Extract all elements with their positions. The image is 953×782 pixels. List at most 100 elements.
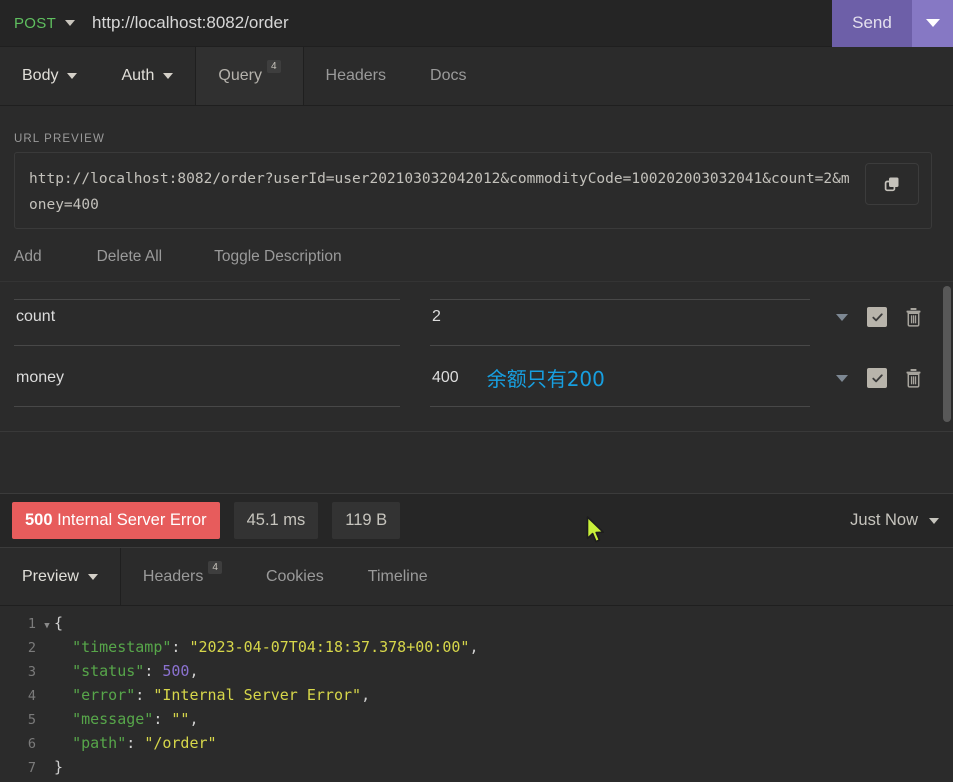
response-history-dropdown[interactable]: Just Now (850, 511, 939, 530)
chevron-down-icon (836, 374, 848, 382)
url-preview-label: URL PREVIEW (14, 133, 105, 145)
add-param-button[interactable]: Add (14, 248, 42, 266)
check-icon (871, 373, 883, 382)
param-scrollbar-thumb[interactable] (943, 286, 951, 422)
tab-query-badge: 4 (266, 60, 281, 73)
url-input[interactable]: http://localhost:8082/order (81, 13, 832, 33)
param-enabled-checkbox[interactable] (867, 368, 887, 388)
tab-response-headers-label: Headers (142, 567, 204, 585)
code-line: 1 ▼{ (0, 614, 953, 638)
chevron-down-icon (836, 313, 848, 321)
status-badge[interactable]: 500 Internal Server Error (12, 502, 220, 539)
code-text: "timestamp": "2023-04-07T04:18:37.378+00… (72, 638, 479, 656)
response-tabs: Preview Headers 4 Cookies Timeline (0, 548, 953, 606)
line-number: 4 (27, 688, 36, 704)
send-button[interactable]: Send (832, 0, 912, 47)
insomnia-window: POST http://localhost:8082/order Send Bo… (0, 0, 953, 782)
line-number: 3 (27, 664, 36, 680)
chevron-down-icon (65, 20, 76, 26)
param-name-input[interactable]: money (14, 349, 400, 407)
param-value-text: 400 (432, 368, 459, 386)
tab-headers[interactable]: Headers (303, 47, 409, 105)
trash-icon (906, 369, 921, 388)
param-value-input[interactable]: 400 余额只有200 (430, 349, 810, 407)
chevron-down-icon (67, 73, 78, 79)
query-parameters-pane: URL PREVIEW http://localhost:8082/order?… (0, 106, 953, 436)
response-status-bar: 500 Internal Server Error 45.1 ms 119 B … (0, 493, 953, 548)
param-scrollbar[interactable] (941, 286, 953, 431)
code-line: 4 "error": "Internal Server Error", (0, 686, 953, 710)
delete-param-button[interactable] (904, 307, 923, 327)
param-action-bar: Add Delete All Toggle Description (0, 248, 953, 282)
url-preview-text[interactable]: http://localhost:8082/order?userId=user2… (15, 153, 865, 228)
copy-url-button[interactable] (865, 163, 919, 205)
tab-body[interactable]: Body (0, 47, 100, 105)
request-tabs: Body Auth Query 4 Headers Docs (0, 47, 953, 106)
tab-cookies-label: Cookies (265, 567, 324, 585)
chevron-down-icon (87, 573, 98, 580)
tab-timeline-label: Timeline (367, 567, 428, 585)
tab-preview[interactable]: Preview (0, 548, 120, 605)
param-footer-bar: Import from URL Bulk Edit (0, 431, 953, 436)
code-line: 3 "status": 500, (0, 662, 953, 686)
tab-timeline[interactable]: Timeline (345, 548, 450, 605)
line-number: 2 (27, 640, 36, 656)
param-options-button[interactable] (827, 313, 857, 321)
response-body-viewer[interactable]: 1 ▼{2 "timestamp": "2023-04-07T04:18:37.3… (0, 606, 953, 782)
param-name-input[interactable]: count (14, 288, 400, 346)
tab-cookies[interactable]: Cookies (243, 548, 346, 605)
status-text: Internal Server Error (57, 511, 207, 529)
line-number: 7 (27, 760, 36, 776)
http-method-label: POST (14, 14, 57, 32)
check-icon (871, 312, 883, 321)
response-size-badge: 119 B (332, 502, 401, 539)
table-row[interactable]: money 400 余额只有200 (0, 349, 953, 407)
send-options-button[interactable] (912, 0, 953, 47)
code-text: "message": "", (72, 710, 199, 728)
chevron-down-icon (163, 73, 174, 79)
json-code-block: 1 ▼{2 "timestamp": "2023-04-07T04:18:37.3… (0, 614, 953, 782)
param-annotation: 余额只有200 (486, 367, 605, 391)
code-text: { (54, 614, 64, 632)
tab-query-label: Query (218, 67, 262, 84)
code-line: 2 "timestamp": "2023-04-07T04:18:37.378+… (0, 638, 953, 662)
param-enabled-checkbox[interactable] (867, 307, 887, 327)
param-options-button[interactable] (827, 374, 857, 382)
trash-icon (906, 308, 921, 327)
code-text: "status": 500, (72, 662, 199, 680)
tab-docs-label: Docs (430, 67, 467, 84)
code-text: } (54, 758, 64, 776)
table-row[interactable]: count 2 (0, 288, 953, 346)
line-number: 6 (27, 736, 36, 752)
response-time-badge: 45.1 ms (233, 502, 319, 539)
tab-auth-label: Auth (121, 67, 155, 84)
line-number: 1 (27, 616, 36, 632)
param-rows-scroll-area: count 2 money 400 余额只有200 (0, 286, 953, 431)
chevron-down-icon (929, 517, 939, 524)
param-row-controls (827, 288, 923, 346)
code-text: "path": "/order" (72, 734, 217, 752)
param-row-controls (827, 349, 923, 407)
tab-auth[interactable]: Auth (99, 47, 196, 105)
code-line: 5 "message": "", (0, 710, 953, 734)
url-preview-box: http://localhost:8082/order?userId=user2… (14, 152, 932, 229)
tab-query[interactable]: Query 4 (195, 47, 304, 105)
chevron-down-icon (925, 19, 940, 27)
param-value-input[interactable]: 2 (430, 288, 810, 346)
line-number: 5 (27, 712, 36, 728)
response-timestamp-label: Just Now (850, 511, 918, 529)
code-text: "error": "Internal Server Error", (72, 686, 371, 704)
tab-docs[interactable]: Docs (408, 47, 489, 105)
fold-triangle-icon[interactable]: ▼ (40, 621, 54, 631)
url-bar: POST http://localhost:8082/order Send (0, 0, 953, 47)
delete-all-params-button[interactable]: Delete All (97, 248, 162, 266)
tab-response-headers[interactable]: Headers 4 (119, 548, 244, 605)
http-method-selector[interactable]: POST (0, 0, 81, 46)
code-line: 6 "path": "/order" (0, 734, 953, 758)
toggle-description-button[interactable]: Toggle Description (214, 248, 342, 266)
param-value-text: 2 (432, 307, 441, 325)
tab-preview-label: Preview (22, 567, 79, 585)
tab-response-headers-badge: 4 (208, 561, 222, 574)
tab-body-label: Body (22, 67, 59, 84)
delete-param-button[interactable] (904, 368, 923, 388)
